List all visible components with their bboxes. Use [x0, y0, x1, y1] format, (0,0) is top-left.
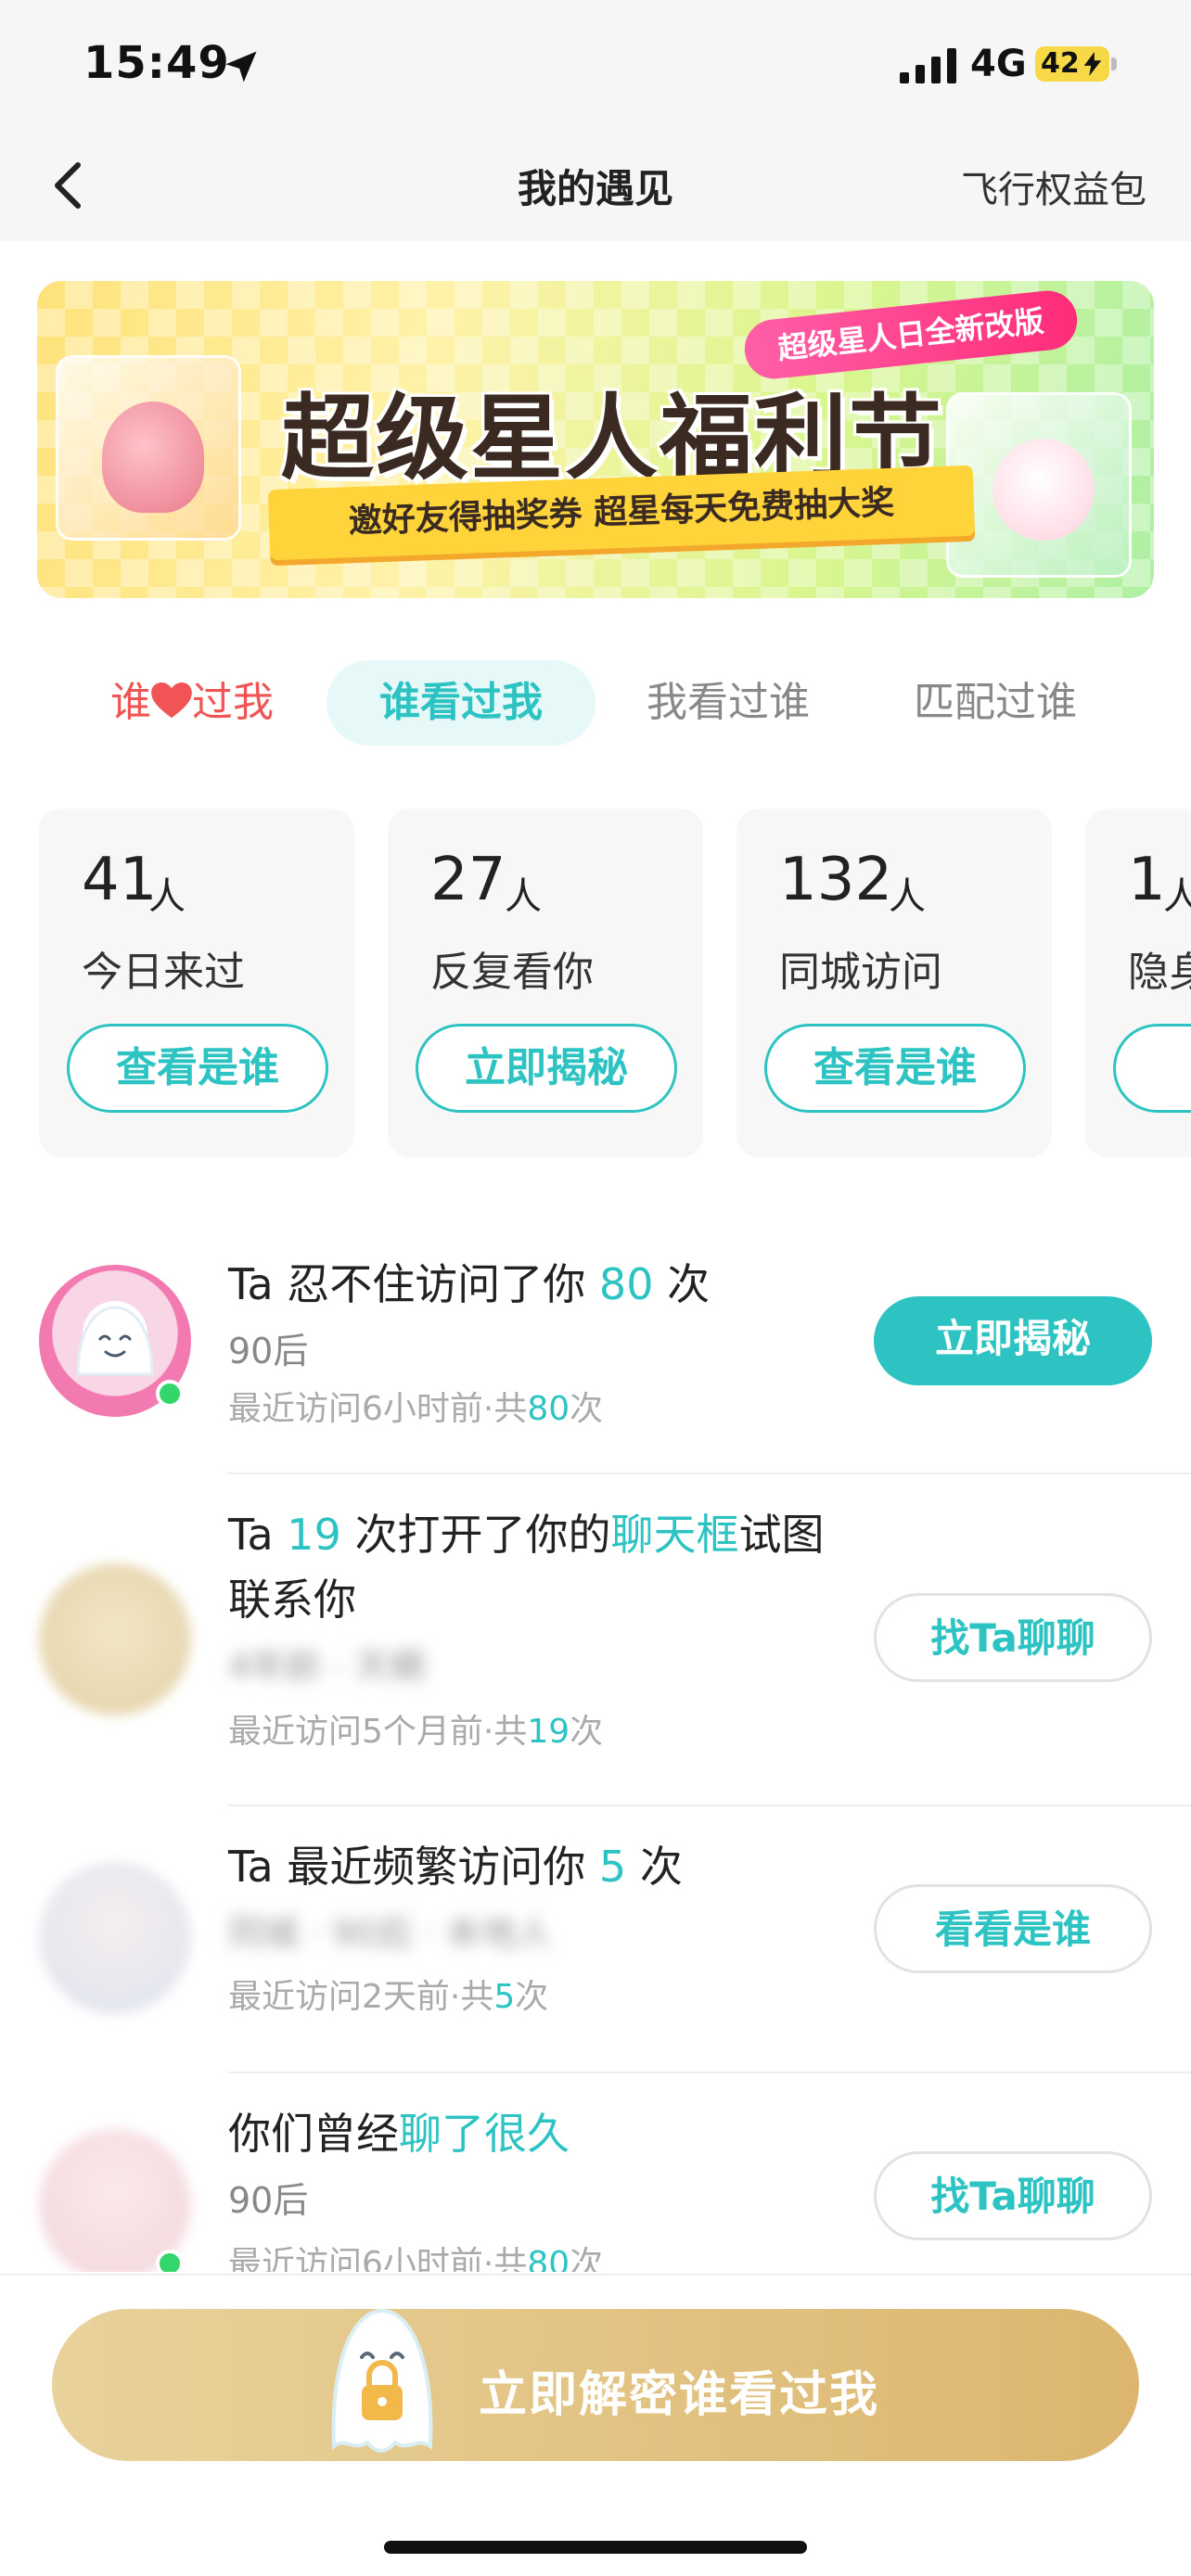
- meta-text: 次: [570, 1713, 604, 1751]
- bottom-bar: 立即解密谁看过我: [0, 2274, 1191, 2576]
- avatar: [39, 1563, 191, 1715]
- summary-text: Ta 最近频繁访问你: [228, 1842, 599, 1892]
- nav-bar: 我的遇见 飞行权益包: [0, 130, 1191, 241]
- stat-button[interactable]: 查看是谁: [764, 1024, 1026, 1113]
- online-status-dot: [156, 2250, 184, 2272]
- stat-label: 反复看你: [430, 949, 594, 996]
- stat-count: 41: [82, 846, 158, 914]
- promo-banner[interactable]: 超级星人日全新改版 超级星人福利节 邀好友得抽奖券 超星每天免费抽大奖: [37, 281, 1154, 598]
- summary-text: 你们曾经: [228, 2109, 399, 2159]
- meta-text: 次: [570, 2245, 604, 2272]
- visit-meta: 最近访问6小时前·共80次: [228, 1382, 603, 1430]
- ghost-lock-icon: [331, 2308, 433, 2453]
- chat-button[interactable]: 找Ta聊聊: [874, 2151, 1152, 2240]
- stat-cards: 41 人 今日来过 查看是谁 27 人 反复看你 立即揭秘 132 人 同城访问…: [0, 809, 1191, 1159]
- visit-meta: 最近访问2天前·共5次: [228, 1970, 548, 2018]
- summary-text: 次: [626, 1842, 683, 1892]
- status-time: 15:49: [83, 37, 230, 89]
- stat-unit: 人: [505, 875, 542, 918]
- stat-button[interactable]: 了: [1113, 1024, 1191, 1113]
- tab-label-post: 过我: [192, 679, 274, 726]
- reveal-button[interactable]: 立即揭秘: [874, 1296, 1152, 1385]
- cat-illustration-right: [992, 439, 1095, 541]
- visit-meta: 最近访问5个月前·共19次: [228, 1704, 603, 1753]
- cellular-signal-icon: [900, 48, 956, 83]
- summary-text: Ta: [228, 1510, 288, 1560]
- summary-text: 次打开了你的: [340, 1510, 611, 1560]
- tab-who-liked-me[interactable]: 谁过我: [85, 660, 299, 746]
- meta-text: 次: [570, 1390, 604, 1428]
- stat-unit: 人: [889, 875, 926, 918]
- summary-text: 次: [653, 1259, 711, 1309]
- stat-unit: 人: [148, 875, 186, 918]
- stat-count: 132: [779, 846, 893, 914]
- meta-count: 80: [527, 1390, 570, 1428]
- stat-card-same-city: 132 人 同城访问 查看是谁: [736, 809, 1052, 1157]
- visit-meta: 最近访问6小时前·共80次: [228, 2237, 603, 2272]
- stat-card-hidden: 1 人 隐身 了: [1085, 809, 1191, 1157]
- view-who-button[interactable]: 看看是谁: [874, 1884, 1152, 1973]
- stat-button[interactable]: 查看是谁: [67, 1024, 328, 1113]
- stat-count: 1: [1128, 846, 1166, 914]
- unlock-visitors-button[interactable]: 立即解密谁看过我: [52, 2308, 1139, 2461]
- meta-text: 最近访问6小时前·共: [228, 2245, 528, 2272]
- flight-benefits-link[interactable]: 飞行权益包: [961, 159, 1146, 213]
- ghost-mascot-icon: [76, 1306, 154, 1376]
- visitor-list: Ta 忍不住访问了你 80 次 90后 最近访问6小时前·共80次 立即揭秘 T…: [0, 1243, 1191, 2272]
- avatar: [39, 1862, 191, 2014]
- online-status-dot: [156, 1380, 184, 1408]
- visitor-tags: 同城 · 90后 · 本地人: [228, 1913, 552, 1954]
- visitor-tags: 90后: [228, 2180, 309, 2221]
- tab-who-viewed-me[interactable]: 谁看过我: [327, 660, 596, 746]
- list-item[interactable]: 你们曾经聊了很久 90后 最近访问6小时前·共80次 找Ta聊聊: [0, 2073, 1191, 2272]
- visit-summary: Ta 忍不住访问了你 80 次: [228, 1252, 859, 1317]
- summary-highlight: 聊了很久: [399, 2109, 570, 2159]
- battery-level: 42: [1041, 47, 1080, 80]
- meta-text: 次: [515, 1978, 549, 2016]
- meta-count: 5: [493, 1978, 516, 2016]
- stat-label: 同城访问: [779, 949, 942, 996]
- stat-card-today: 41 人 今日来过 查看是谁: [39, 809, 354, 1157]
- summary-highlight: 80: [598, 1259, 654, 1309]
- list-item[interactable]: Ta 最近频繁访问你 5 次 同城 · 90后 · 本地人 最近访问2天前·共5…: [0, 1806, 1191, 2073]
- stat-label: 隐身: [1128, 949, 1191, 996]
- tab-who-i-matched[interactable]: 匹配过谁: [889, 660, 1102, 746]
- battery-tip: [1111, 57, 1117, 70]
- summary-highlight: 5: [598, 1842, 627, 1892]
- visit-summary: 你们曾经聊了很久: [228, 2101, 859, 2166]
- stat-card-repeat: 27 人 反复看你 立即揭秘: [388, 809, 703, 1157]
- location-arrow-icon: [225, 51, 257, 83]
- meta-text: 最近访问2天前·共: [228, 1978, 494, 2016]
- visitor-tags: 90后: [228, 1331, 309, 1371]
- visitor-tags: 4年龄 · 天蝎: [228, 1646, 426, 1687]
- home-indicator[interactable]: [384, 2541, 807, 2554]
- meta-text: 最近访问5个月前·共: [228, 1713, 528, 1751]
- visit-summary: Ta 最近频繁访问你 5 次: [228, 1834, 859, 1899]
- meta-count: 19: [527, 1713, 570, 1751]
- stat-label: 今日来过: [82, 949, 245, 996]
- chat-button[interactable]: 找Ta聊聊: [874, 1593, 1152, 1682]
- cta-label: 立即解密谁看过我: [479, 2367, 880, 2423]
- visit-tabs: 谁过我 谁看过我 我看过谁 匹配过谁: [0, 660, 1191, 749]
- network-type: 4G: [970, 43, 1027, 85]
- tab-who-i-viewed[interactable]: 我看过谁: [621, 660, 835, 746]
- stat-unit: 人: [1163, 875, 1191, 918]
- charging-bolt-icon: [1083, 52, 1102, 76]
- status-bar: 15:49 4G 42: [0, 0, 1191, 130]
- summary-highlight: 19: [287, 1510, 341, 1560]
- summary-text: Ta 忍不住访问了你: [228, 1259, 599, 1309]
- meta-text: 最近访问6小时前·共: [228, 1390, 528, 1428]
- summary-highlight: 聊天框: [610, 1510, 739, 1560]
- toy-illustration-left: [102, 402, 204, 513]
- meta-count: 80: [527, 2245, 570, 2272]
- list-item[interactable]: Ta 忍不住访问了你 80 次 90后 最近访问6小时前·共80次 立即揭秘: [0, 1243, 1191, 1474]
- stat-count: 27: [430, 846, 506, 914]
- tab-label-pre: 谁: [110, 679, 151, 726]
- stat-button[interactable]: 立即揭秘: [416, 1024, 677, 1113]
- list-item[interactable]: Ta 19 次打开了你的聊天框试图联系你 4年龄 · 天蝎 最近访问5个月前·共…: [0, 1474, 1191, 1806]
- visit-summary: Ta 19 次打开了你的聊天框试图联系你: [228, 1502, 859, 1632]
- heart-icon: [151, 682, 192, 719]
- battery-icon: 42: [1035, 46, 1109, 82]
